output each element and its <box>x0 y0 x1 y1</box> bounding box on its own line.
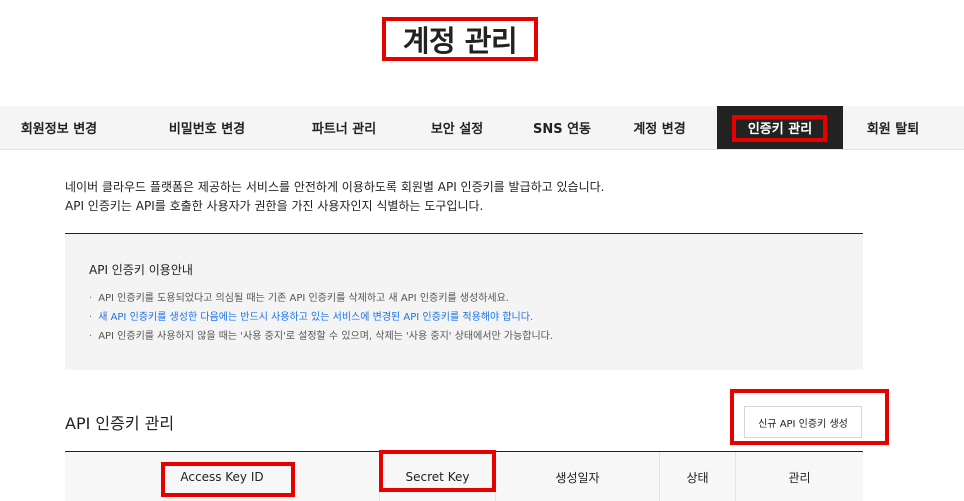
column-manage: 관리 <box>735 452 863 501</box>
tab-sns[interactable]: SNS 연동 <box>522 106 602 149</box>
intro-line-2: API 인증키는 API를 호출한 사용자가 권한을 가진 사용자인지 식별하는… <box>65 199 484 213</box>
column-secret-key: Secret Key <box>379 452 495 501</box>
tab-withdraw[interactable]: 회원 탈퇴 <box>843 106 943 149</box>
guide-item-highlighted: 새 API 인증키를 생성한 다음에는 반드시 사용하고 있는 서비스에 변경된… <box>89 308 553 327</box>
tab-security[interactable]: 보안 설정 <box>392 106 522 149</box>
page: 계정 관리 회원정보 변경 비밀번호 변경 파트너 관리 보안 설정 SNS 연… <box>0 0 964 501</box>
guide-list: API 인증키를 도용되었다고 의심될 때는 기존 API 인증키를 삭제하고 … <box>89 289 553 346</box>
column-created-date: 생성일자 <box>495 452 659 501</box>
guide-title: API 인증키 이용안내 <box>89 263 193 277</box>
guide-item: API 인증키를 도용되었다고 의심될 때는 기존 API 인증키를 삭제하고 … <box>89 289 553 308</box>
intro-text: 네이버 클라우드 플랫폼은 제공하는 서비스를 안전하게 이용하도록 회원별 A… <box>65 178 865 216</box>
tab-password[interactable]: 비밀번호 변경 <box>118 106 296 149</box>
api-key-table-header: Access Key ID Secret Key 생성일자 상태 관리 <box>65 451 863 501</box>
create-api-key-button[interactable]: 신규 API 인증키 생성 <box>744 406 862 438</box>
tab-bar: 회원정보 변경 비밀번호 변경 파트너 관리 보안 설정 SNS 연동 계정 변… <box>0 106 964 150</box>
column-status: 상태 <box>659 452 735 501</box>
page-title: 계정 관리 <box>402 24 518 58</box>
tab-partner[interactable]: 파트너 관리 <box>296 106 392 149</box>
intro-line-1: 네이버 클라우드 플랫폼은 제공하는 서비스를 안전하게 이용하도록 회원별 A… <box>65 180 605 194</box>
guide-box: API 인증키 이용안내 API 인증키를 도용되었다고 의심될 때는 기존 A… <box>65 233 863 370</box>
tab-auth-key[interactable]: 인증키 관리 <box>717 106 843 149</box>
column-access-key-id: Access Key ID <box>180 470 264 484</box>
tab-account-change[interactable]: 계정 변경 <box>602 106 717 149</box>
section-title: API 인증키 관리 <box>65 414 175 433</box>
tab-member-info[interactable]: 회원정보 변경 <box>0 106 118 149</box>
guide-item: API 인증키를 사용하지 않을 때는 '사용 중지'로 설정할 수 있으며, … <box>89 327 553 346</box>
